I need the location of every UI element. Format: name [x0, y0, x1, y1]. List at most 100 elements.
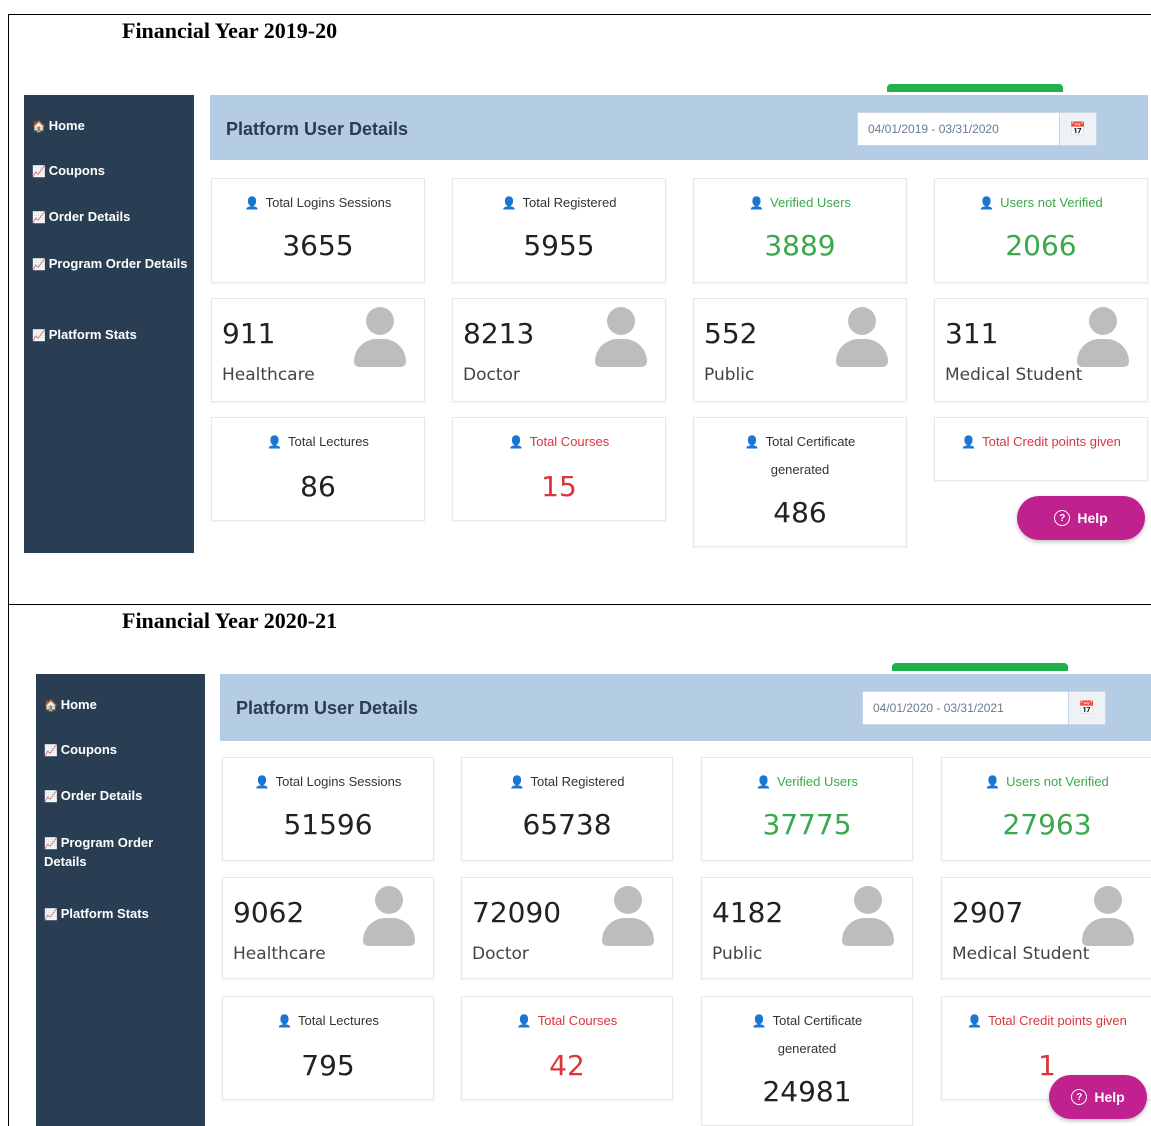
date-range-picker[interactable]: 04/01/2020 - 03/31/2021 📅 — [862, 691, 1106, 725]
stat-label-row: 👤 Total Logins Sessions — [223, 774, 433, 789]
avatar-body — [1082, 918, 1134, 946]
avatar-head — [1089, 307, 1117, 335]
avatar-icon — [1077, 307, 1129, 369]
stat-label-row: 👤 Total Credit points given — [935, 434, 1147, 449]
sidebar-item-program-order-details[interactable]: 📈 Program Order Details — [44, 834, 199, 871]
chart-icon: 📈 — [44, 791, 58, 803]
role-label: Public — [712, 944, 763, 964]
stat-label: Verified Users — [777, 774, 858, 789]
sidebar-item-label: Coupons — [48, 163, 106, 178]
header-bar: Platform User Details 04/01/2019 - 03/31/… — [210, 95, 1148, 160]
stat-label: Total Registered — [522, 195, 617, 210]
sidebar-item-label: Home — [48, 118, 85, 133]
sidebar-item-home[interactable]: 🏠 Home — [44, 696, 199, 715]
chart-icon: 📈 — [44, 838, 58, 850]
user-icon: 👤 — [979, 196, 995, 210]
user-icon: 👤 — [277, 1014, 292, 1028]
sidebar-item-order-details[interactable]: 📈 Order Details — [44, 787, 199, 806]
stat-label: Verified Users — [770, 195, 851, 210]
user-icon: 👤 — [509, 775, 525, 789]
sidebar-item-home[interactable]: 🏠 Home — [32, 117, 188, 136]
green-tab-indicator — [892, 663, 1068, 671]
calendar-icon[interactable]: 📅 — [1068, 692, 1105, 724]
avatar-body — [595, 339, 647, 367]
stat-value: 51596 — [283, 808, 373, 841]
chart-icon: 📈 — [32, 330, 46, 342]
stat-card: 👤 Users not Verified 2066 — [934, 178, 1148, 283]
sidebar: 🏠 Home 📈 Coupons 📈 Order Details 📈 Program Orde… — [24, 95, 194, 553]
user-icon: 👤 — [756, 775, 772, 789]
sidebar-item-program-order-details[interactable]: 📈 Program Order Details — [32, 255, 188, 274]
stat-label: Total Certificate generated — [772, 1013, 863, 1056]
user-icon: 👤 — [516, 1014, 532, 1028]
user-icon: 👤 — [254, 775, 270, 789]
avatar-head — [1094, 886, 1122, 914]
stat-value: 15 — [541, 470, 577, 503]
role-label: Doctor — [463, 365, 520, 385]
avatar-head — [848, 307, 876, 335]
stat-card: 👤 Total Logins Sessions 51596 — [222, 757, 434, 861]
sidebar-item-label: Program Order Details — [48, 256, 188, 271]
role-card: 4182 Public — [701, 877, 913, 979]
sidebar-item-platform-stats[interactable]: 📈 Platform Stats — [32, 326, 188, 345]
user-icon: 👤 — [751, 1014, 767, 1028]
user-icon: 👤 — [985, 775, 1001, 789]
avatar-icon — [595, 307, 647, 369]
financial-year-heading: Financial Year 2020-21 — [122, 608, 338, 633]
avatar-body — [363, 918, 415, 946]
help-button[interactable]: ? Help — [1049, 1075, 1147, 1119]
stat-value: 2066 — [1005, 229, 1077, 262]
stat-card: 👤 Total Lectures 86 — [211, 417, 425, 521]
stat-label-row: 👤 Total Registered — [453, 195, 665, 210]
user-icon: 👤 — [744, 435, 760, 449]
avatar-body — [602, 918, 654, 946]
avatar-head — [614, 886, 642, 914]
sidebar-item-coupons[interactable]: 📈 Coupons — [32, 162, 188, 181]
role-label: Healthcare — [222, 365, 315, 385]
header-bar: Platform User Details 04/01/2020 - 03/31/… — [220, 674, 1151, 741]
role-card: 911 Healthcare — [211, 298, 425, 402]
role-card: 311 Medical Student — [934, 298, 1148, 402]
user-icon: 👤 — [749, 196, 765, 210]
stat-label-row: 👤 Users not Verified — [935, 195, 1147, 210]
role-label: Medical Student — [952, 944, 1090, 964]
sidebar-item-platform-stats[interactable]: 📈 Platform Stats — [44, 905, 199, 924]
help-button[interactable]: ? Help — [1017, 496, 1145, 540]
sidebar-item-order-details[interactable]: 📈 Order Details — [32, 208, 188, 227]
stat-card: 👤 Verified Users 3889 — [693, 178, 907, 283]
table-row-divider — [8, 604, 1151, 605]
stat-value: 5955 — [523, 229, 595, 262]
stat-label-row: 👤 Total Lectures — [212, 434, 424, 449]
avatar-body — [1077, 339, 1129, 367]
avatar-icon — [354, 307, 406, 369]
sidebar: 🏠 Home 📈 Coupons 📈 Order Details 📈 Program Orde… — [36, 674, 205, 1126]
date-range-value[interactable]: 04/01/2019 - 03/31/2020 — [858, 122, 1059, 136]
stat-label: Users not Verified — [1000, 195, 1103, 210]
stat-card: 👤 Total Courses 42 — [461, 996, 673, 1100]
stat-label: Total Lectures — [288, 434, 369, 449]
role-card: 72090 Doctor — [461, 877, 673, 979]
chart-icon: 📈 — [44, 909, 58, 921]
question-icon: ? — [1071, 1089, 1088, 1105]
date-range-picker[interactable]: 04/01/2019 - 03/31/2020 📅 — [857, 112, 1097, 146]
avatar-body — [836, 339, 888, 367]
avatar-body — [842, 918, 894, 946]
role-label: Doctor — [472, 944, 529, 964]
role-card: 552 Public — [693, 298, 907, 402]
avatar-icon — [602, 886, 654, 948]
stat-card: 👤 Total Lectures 795 — [222, 996, 434, 1100]
user-icon: 👤 — [267, 435, 282, 449]
role-count: 4182 — [712, 896, 784, 929]
stat-card: 👤 Total Registered 5955 — [452, 178, 666, 283]
stat-label-row: 👤 Total Credit points given — [942, 1013, 1151, 1028]
stat-label: Total Logins Sessions — [265, 195, 392, 210]
green-tab-indicator — [887, 84, 1063, 92]
calendar-icon[interactable]: 📅 — [1059, 113, 1096, 145]
role-count: 552 — [704, 317, 758, 350]
stat-label: Total Courses — [529, 434, 610, 449]
sidebar-item-coupons[interactable]: 📈 Coupons — [44, 741, 199, 760]
chart-icon: 📈 — [32, 259, 46, 271]
sidebar-item-label: Coupons — [60, 742, 118, 757]
date-range-value[interactable]: 04/01/2020 - 03/31/2021 — [863, 701, 1068, 715]
user-icon: 👤 — [501, 196, 517, 210]
